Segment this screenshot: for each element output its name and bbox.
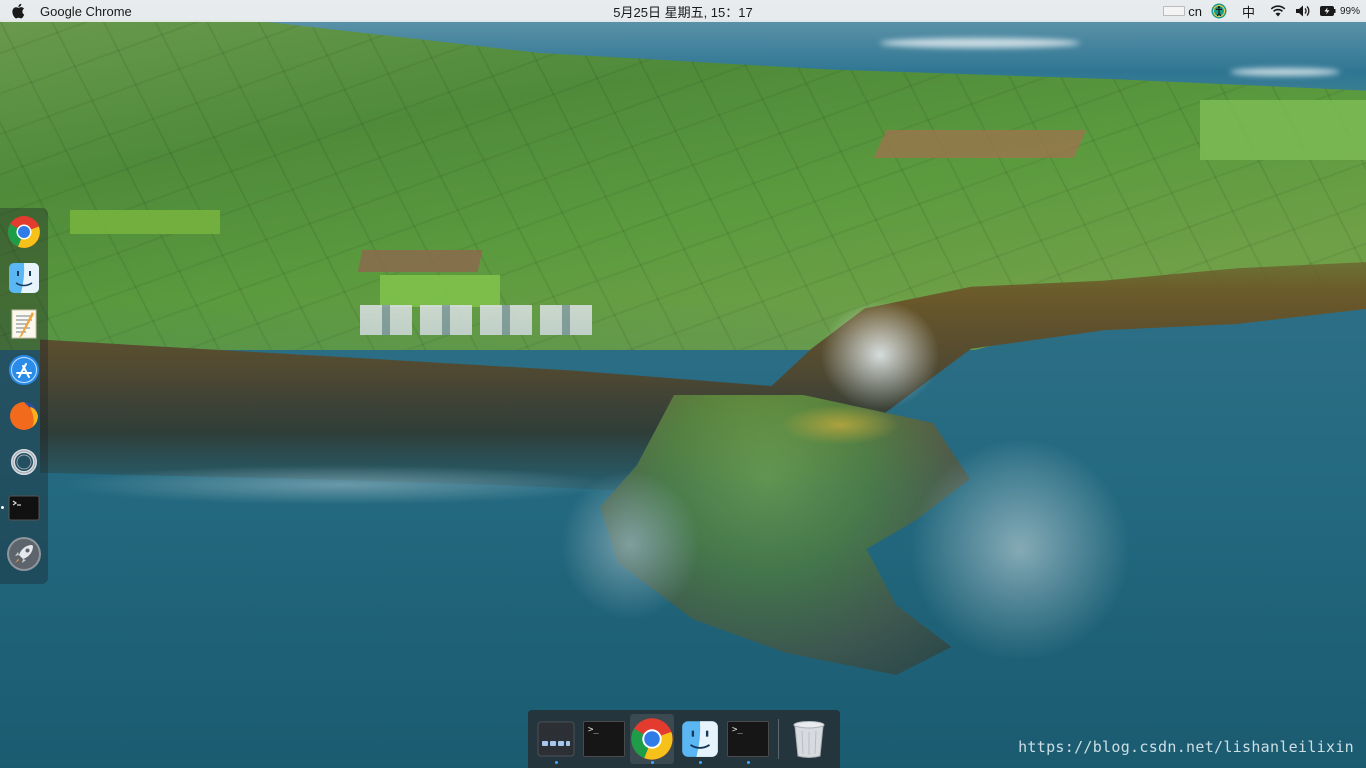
trash-icon (793, 721, 825, 758)
dock-item-app-store[interactable] (6, 352, 42, 388)
active-app-name[interactable]: Google Chrome (40, 4, 132, 19)
wallpaper-buildings (360, 305, 600, 335)
desktop-wallpaper: https://blog.csdn.net/lishanleilixin (0, 0, 1366, 768)
launchpad-rocket-icon (7, 537, 41, 571)
apple-menu-icon[interactable] (0, 3, 36, 19)
running-indicator (746, 761, 750, 764)
running-indicator (698, 761, 702, 764)
dock-item-window-switcher[interactable] (534, 714, 578, 764)
dock-item-trash[interactable] (787, 714, 831, 764)
firefox-icon (10, 402, 38, 430)
dock-item-terminal-2[interactable] (726, 714, 770, 764)
volume-icon[interactable] (1295, 4, 1311, 18)
dock-item-launchpad[interactable] (6, 536, 42, 572)
finder-icon (9, 263, 39, 293)
terminal-icon (583, 721, 625, 757)
wallpaper-field (380, 275, 500, 307)
top-menu-bar: Google Chrome 5月25日 星期五, 15：17 cn 中 99% (0, 0, 1366, 22)
app-store-icon (9, 355, 39, 385)
input-source-label: cn (1188, 3, 1202, 19)
input-source[interactable]: cn (1163, 4, 1202, 19)
wallpaper-surf (1230, 68, 1340, 76)
wallpaper-field (357, 250, 483, 272)
dock-item-finder[interactable] (6, 260, 42, 296)
system-tray: cn 中 99% (1163, 0, 1360, 22)
running-indicator (554, 761, 558, 764)
wallpaper-surf (900, 430, 1140, 670)
chrome-icon (7, 216, 40, 248)
window-switcher-icon (537, 721, 575, 757)
running-indicator (650, 761, 654, 764)
ring-icon (11, 449, 37, 475)
textedit-icon (11, 309, 37, 339)
wallpaper-surf (60, 465, 620, 505)
wallpaper-field (70, 210, 220, 234)
wallpaper-surf (880, 38, 1080, 48)
dock-item-chrome[interactable] (6, 214, 42, 250)
menubar-clock[interactable]: 5月25日 星期五, 15：17 (613, 2, 752, 21)
keyboard-icon (1163, 6, 1186, 16)
chrome-icon (631, 718, 673, 760)
watermark-text: https://blog.csdn.net/lishanleilixin (1018, 738, 1354, 756)
dock-separator (778, 719, 779, 759)
dock-item-finder[interactable] (678, 714, 722, 764)
accessibility-icon[interactable] (1211, 3, 1227, 19)
dock-item-terminal[interactable] (582, 714, 626, 764)
wallpaper-field (873, 130, 1087, 158)
dock-item-textedit[interactable] (6, 306, 42, 342)
battery-icon (1319, 6, 1336, 16)
left-dock (0, 208, 48, 584)
terminal-icon (727, 721, 769, 757)
dock-item-firefox[interactable] (6, 398, 42, 434)
terminal-icon (8, 495, 40, 521)
bottom-dock (528, 710, 840, 768)
wallpaper-gorse (780, 405, 900, 445)
battery-percentage: 99% (1339, 5, 1360, 17)
ime-indicator[interactable]: 中 (1242, 2, 1255, 21)
finder-icon (682, 721, 718, 757)
battery-status[interactable]: 99% (1319, 5, 1360, 17)
wallpaper-surf (820, 300, 940, 410)
dock-item-ring-app[interactable] (6, 444, 42, 480)
wallpaper-field (1200, 100, 1366, 160)
running-indicator (1, 506, 4, 509)
dock-item-terminal[interactable] (1, 490, 42, 526)
wifi-icon[interactable] (1270, 5, 1286, 17)
dock-item-chrome[interactable] (630, 714, 674, 764)
